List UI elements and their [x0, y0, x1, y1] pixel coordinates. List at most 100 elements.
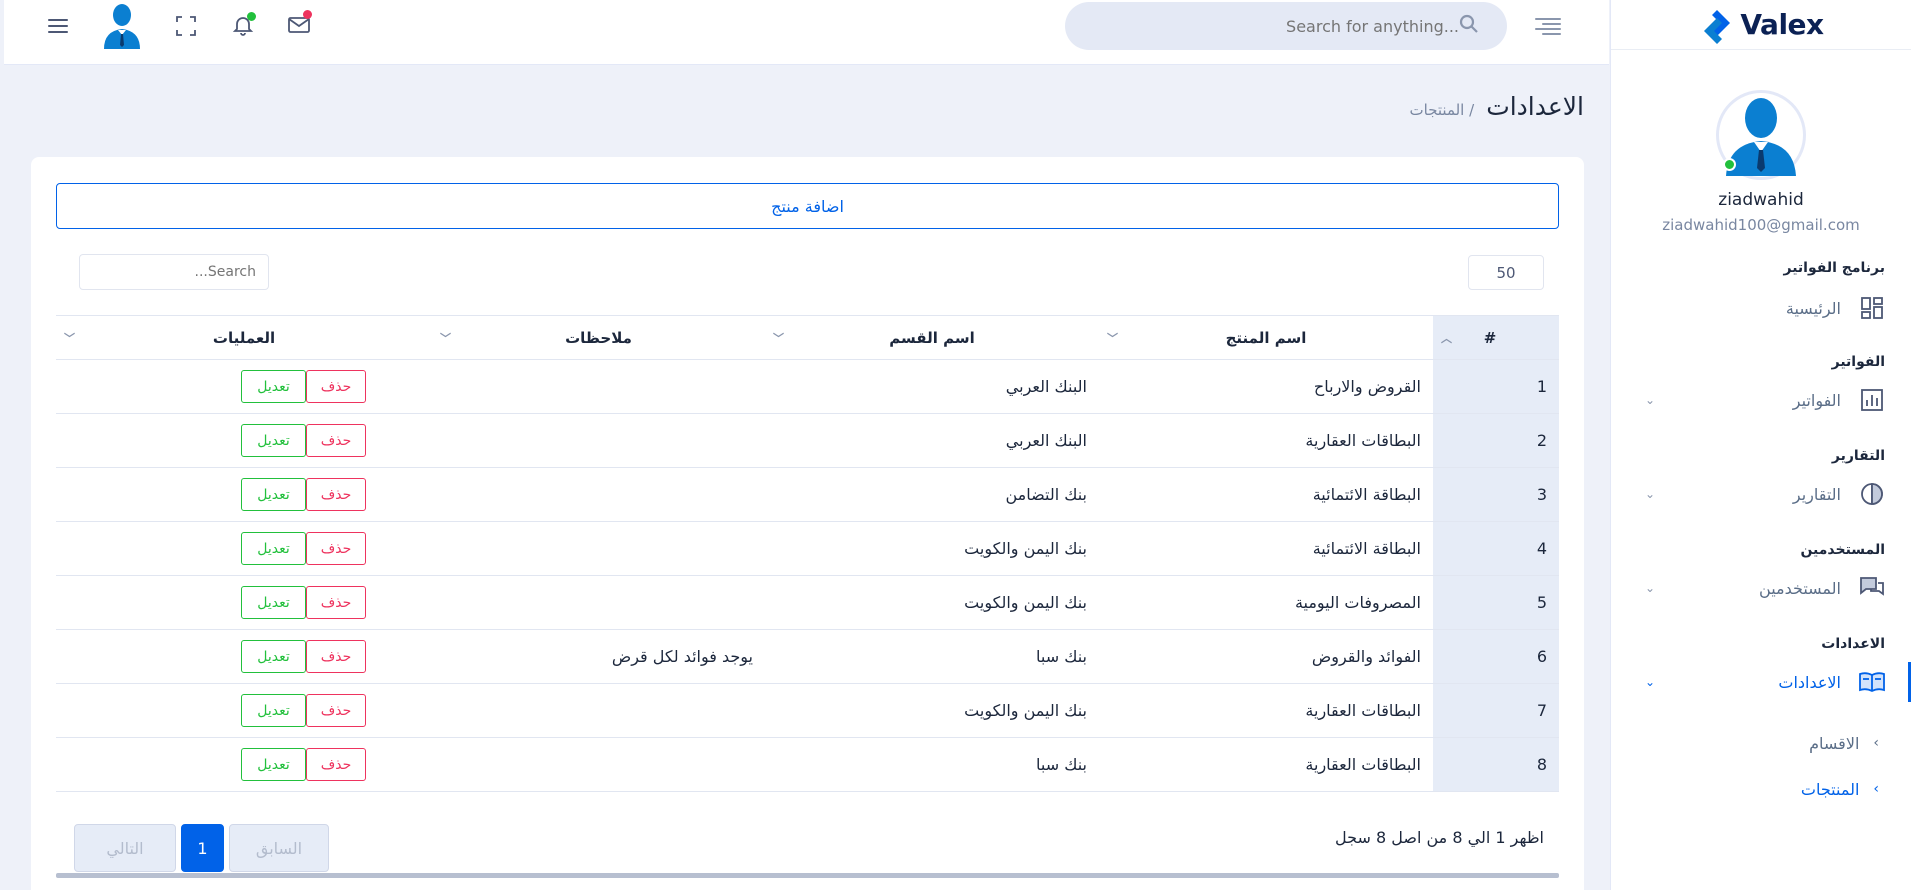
delete-button[interactable]: حذف — [306, 370, 366, 403]
sidebar-item-home[interactable]: الرئيسية — [1611, 288, 1911, 328]
brand-name: Valex — [1740, 8, 1824, 41]
operations-cell: حذفتعديل — [56, 467, 432, 522]
mail-badge — [303, 10, 312, 19]
product-name-cell: البطاقات العقارية — [1099, 683, 1433, 738]
table-row: 3 البطاقة الائتمائية بنك التضامن حذفتعديل — [56, 467, 1559, 522]
product-name-cell: البطاقة الائتمائية — [1099, 521, 1433, 576]
row-number: 1 — [1433, 359, 1559, 414]
table-row: 8 البطاقات العقارية بنك سبا حذفتعديل — [56, 737, 1559, 792]
table-row: 6 الفوائد والقروض بنك سبا يوجد فوائد لكل قر… — [56, 629, 1559, 684]
row-number: 5 — [1433, 575, 1559, 630]
section-name-cell: بنك سبا — [765, 629, 1099, 684]
products-card: اضافة منتج 50 #︿ اسم المنتج﹀ اسم القسم﹀ … — [31, 157, 1584, 890]
delete-button[interactable]: حذف — [306, 640, 366, 673]
column-header-label: اسم القسم — [889, 328, 975, 347]
section-name-cell: البنك العربي — [765, 413, 1099, 468]
chart-bar-icon — [1859, 387, 1885, 413]
delete-button[interactable]: حذف — [306, 694, 366, 727]
menu-toggle-icon[interactable] — [46, 14, 70, 38]
section-name-cell: بنك اليمن والكويت — [765, 521, 1099, 576]
edit-button[interactable]: تعديل — [241, 694, 306, 727]
table-info: اظهر 1 الي 8 من اصل 8 سجل — [1335, 828, 1544, 847]
chevron-down-icon: ⌄ — [1644, 393, 1656, 407]
table-row: 2 البطاقات العقارية البنك العربي حذفتعديل — [56, 413, 1559, 468]
header-search-input[interactable] — [1083, 16, 1459, 36]
edit-button[interactable]: تعديل — [241, 640, 306, 673]
horizontal-scrollbar[interactable] — [56, 873, 1559, 878]
sidebar-item-settings[interactable]: الاعدادات ⌄ — [1611, 662, 1911, 702]
sidebar: Valex ziadwahid ziadwahid100@gmail.com ب… — [1610, 0, 1911, 890]
edit-button[interactable]: تعديل — [241, 532, 306, 565]
page-title: الاعدادات — [1486, 92, 1584, 121]
edit-button[interactable]: تعديل — [241, 586, 306, 619]
notes-cell — [432, 575, 765, 630]
delete-button[interactable]: حذف — [306, 586, 366, 619]
align-right-icon[interactable] — [1534, 14, 1562, 38]
breadcrumb-current[interactable]: / المنتجات — [1410, 101, 1475, 119]
section-name-cell: بنك اليمن والكويت — [765, 683, 1099, 738]
product-name-cell: البطاقة الائتمائية — [1099, 467, 1433, 522]
product-name-cell: القروض والارباح — [1099, 359, 1433, 414]
section-name-cell: بنك التضامن — [765, 467, 1099, 522]
sidebar-subitem-label: الاقسام — [1809, 733, 1860, 753]
mail-icon[interactable] — [286, 10, 312, 38]
operations-cell: حذفتعديل — [56, 737, 432, 792]
chevron-down-icon: ⌄ — [1644, 675, 1656, 689]
sidebar-item-reports[interactable]: التقارير ⌄ — [1611, 474, 1911, 514]
add-product-button[interactable]: اضافة منتج — [56, 183, 1559, 229]
operations-cell: حذفتعديل — [56, 359, 432, 414]
column-header-section-name[interactable]: اسم القسم ﹀ — [765, 315, 1099, 360]
delete-button[interactable]: حذف — [306, 748, 366, 781]
operations-cell: حذفتعديل — [56, 683, 432, 738]
edit-button[interactable]: تعديل — [241, 370, 306, 403]
column-header-label: ملاحظات — [565, 328, 632, 347]
avatar[interactable] — [100, 0, 144, 50]
row-number: 6 — [1433, 629, 1559, 684]
sidebar-category-invoices: الفواتير — [1831, 354, 1885, 370]
column-header-product-name[interactable]: اسم المنتج ﹀ — [1099, 315, 1433, 360]
chevron-left-icon: › — [1873, 735, 1879, 751]
search-icon[interactable] — [1459, 14, 1479, 38]
pie-chart-icon — [1859, 481, 1885, 507]
table-search-input[interactable] — [79, 254, 269, 290]
products-table: # ︿ اسم المنتج ﹀ اسم القسم ﹀ ملاحظات ﹀ العمل… — [56, 315, 1559, 792]
fullscreen-icon[interactable] — [174, 14, 198, 38]
sidebar-subitem-sections[interactable]: › الاقسام — [1611, 720, 1911, 766]
breadcrumb: الاعدادات / المنتجات — [1410, 92, 1584, 121]
chevron-down-icon: ⌄ — [1644, 581, 1656, 595]
edit-button[interactable]: تعديل — [241, 748, 306, 781]
operations-cell: حذفتعديل — [56, 413, 432, 468]
brand-logo[interactable]: Valex — [1611, 0, 1911, 50]
column-header-notes[interactable]: ملاحظات ﹀ — [432, 315, 765, 360]
online-status-dot — [1723, 158, 1736, 171]
column-header-operations[interactable]: العمليات ﹀ — [56, 315, 432, 360]
previous-page-button[interactable]: السابق — [229, 824, 329, 872]
section-name-cell: بنك سبا — [765, 737, 1099, 792]
page-1-button[interactable]: 1 — [181, 824, 224, 872]
edit-button[interactable]: تعديل — [241, 478, 306, 511]
next-page-button[interactable]: التالي — [74, 824, 176, 872]
operations-cell: حذفتعديل — [56, 521, 432, 576]
valex-logo-icon — [1698, 8, 1732, 44]
delete-button[interactable]: حذف — [306, 532, 366, 565]
bell-icon[interactable] — [230, 12, 256, 38]
notes-cell — [432, 521, 765, 576]
product-name-cell: المصروفات اليومية — [1099, 575, 1433, 630]
edit-button[interactable]: تعديل — [241, 424, 306, 457]
chevron-left-icon: › — [1873, 781, 1879, 797]
sidebar-item-invoices[interactable]: الفواتير ⌄ — [1611, 380, 1911, 420]
product-name-cell: البطاقات العقارية — [1099, 413, 1433, 468]
sidebar-subitem-label: المنتجات — [1800, 779, 1860, 799]
column-header-number[interactable]: # ︿ — [1433, 315, 1559, 360]
row-number: 2 — [1433, 413, 1559, 468]
page-length-select[interactable]: 50 — [1468, 255, 1544, 290]
sidebar-subitem-products[interactable]: › المنتجات — [1611, 766, 1911, 812]
dashboard-icon — [1859, 295, 1885, 321]
delete-button[interactable]: حذف — [306, 478, 366, 511]
sidebar-item-users[interactable]: المستخدمين ⌄ — [1611, 568, 1911, 608]
profile-avatar[interactable] — [1716, 90, 1806, 180]
delete-button[interactable]: حذف — [306, 424, 366, 457]
table-row: 1 القروض والارباح البنك العربي حذفتعديل — [56, 359, 1559, 414]
header-search — [1065, 2, 1507, 50]
notes-cell — [432, 467, 765, 522]
